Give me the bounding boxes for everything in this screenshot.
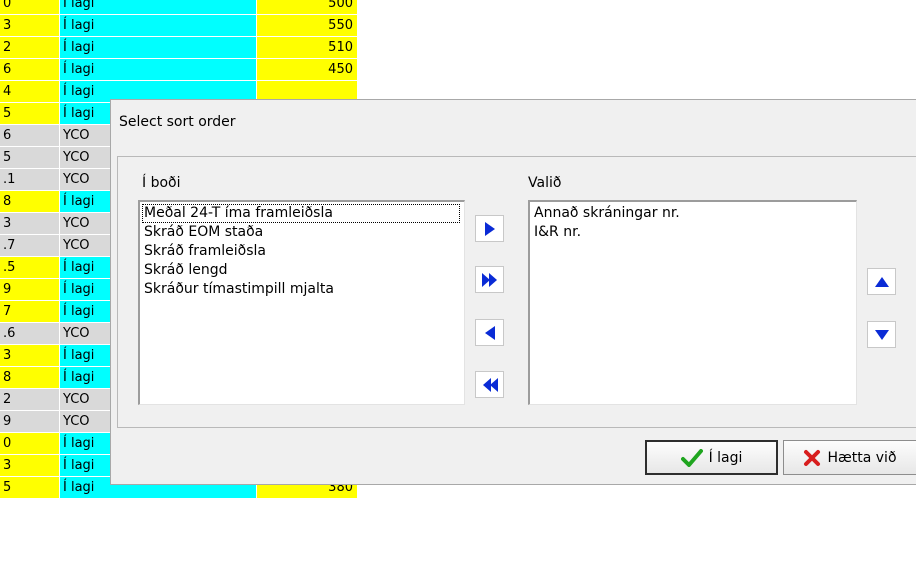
dialog-panel: Í boði Valið Meðal 24-T íma framleiðsla S…: [117, 156, 916, 428]
table-row[interactable]: 0Í lagi 500: [0, 0, 360, 15]
cancel-button-label: Hætta við: [827, 449, 897, 466]
table-row[interactable]: 3Í lagi 550: [0, 15, 360, 37]
table-row[interactable]: 6Í lagi 450: [0, 59, 360, 81]
cross-icon: [804, 449, 821, 466]
row-id-cell: 3: [0, 213, 60, 235]
row-id-cell: 5: [0, 103, 60, 125]
row-id-cell: 3: [0, 345, 60, 367]
list-item[interactable]: Meðal 24-T íma framleiðsla: [142, 204, 460, 223]
list-item[interactable]: Annað skráningar nr.: [532, 204, 854, 223]
row-value-cell: 510: [257, 37, 357, 59]
move-down-button[interactable]: [867, 321, 896, 348]
row-id-cell: .6: [0, 323, 60, 345]
row-id-cell: 9: [0, 279, 60, 301]
double-chevron-left-icon: [482, 377, 498, 392]
list-item[interactable]: Skráður tímastimpill mjalta: [142, 280, 462, 299]
row-status-cell: Í lagi: [60, 59, 257, 81]
selected-fields-list[interactable]: Annað skráningar nr. I&R nr.: [528, 200, 857, 405]
available-label: Í boði: [142, 175, 181, 191]
row-id-cell: 5: [0, 477, 60, 499]
double-chevron-right-icon: [481, 272, 497, 287]
row-id-cell: 2: [0, 37, 60, 59]
move-up-button[interactable]: [867, 268, 896, 295]
list-item[interactable]: Skráð lengd: [142, 261, 462, 280]
row-value-cell: 450: [257, 59, 357, 81]
row-id-cell: 9: [0, 411, 60, 433]
row-id-cell: 7: [0, 301, 60, 323]
add-all-button[interactable]: [475, 266, 504, 293]
row-value-cell: 550: [257, 15, 357, 37]
row-status-cell: Í lagi: [60, 15, 257, 37]
row-id-cell: 3: [0, 15, 60, 37]
triangle-left-icon: [484, 325, 495, 340]
row-id-cell: .7: [0, 235, 60, 257]
triangle-down-icon: [874, 329, 889, 340]
row-value-cell: 500: [257, 0, 357, 15]
row-id-cell: 2: [0, 389, 60, 411]
selected-label: Valið: [528, 175, 562, 191]
list-item[interactable]: Skráð EOM staða: [142, 223, 462, 242]
row-id-cell: 6: [0, 125, 60, 147]
row-id-cell: 3: [0, 455, 60, 477]
row-id-cell: .5: [0, 257, 60, 279]
row-id-cell: 5: [0, 147, 60, 169]
row-id-cell: 8: [0, 191, 60, 213]
ok-button[interactable]: Í lagi: [645, 440, 778, 475]
available-fields-list[interactable]: Meðal 24-T íma framleiðsla Skráð EOM stað…: [138, 200, 465, 405]
row-status-cell: Í lagi: [60, 0, 257, 15]
row-id-cell: .1: [0, 169, 60, 191]
row-id-cell: 4: [0, 81, 60, 103]
triangle-right-icon: [484, 221, 495, 236]
ok-button-label: Í lagi: [708, 449, 743, 466]
list-item[interactable]: Skráð framleiðsla: [142, 242, 462, 261]
triangle-up-icon: [874, 276, 889, 287]
row-id-cell: 6: [0, 59, 60, 81]
add-one-button[interactable]: [475, 215, 504, 242]
row-status-cell: Í lagi: [60, 37, 257, 59]
dialog-title: Select sort order: [119, 114, 236, 130]
sort-order-dialog: Select sort order Í boði Valið Meðal 24-…: [110, 99, 916, 485]
cancel-button[interactable]: Hætta við: [783, 440, 916, 475]
table-row[interactable]: 2Í lagi 510: [0, 37, 360, 59]
checkmark-icon: [680, 448, 703, 467]
row-id-cell: 8: [0, 367, 60, 389]
row-id-cell: 0: [0, 433, 60, 455]
remove-all-button[interactable]: [475, 371, 504, 398]
list-item[interactable]: I&R nr.: [532, 223, 854, 242]
remove-one-button[interactable]: [475, 319, 504, 346]
row-id-cell: 0: [0, 0, 60, 15]
